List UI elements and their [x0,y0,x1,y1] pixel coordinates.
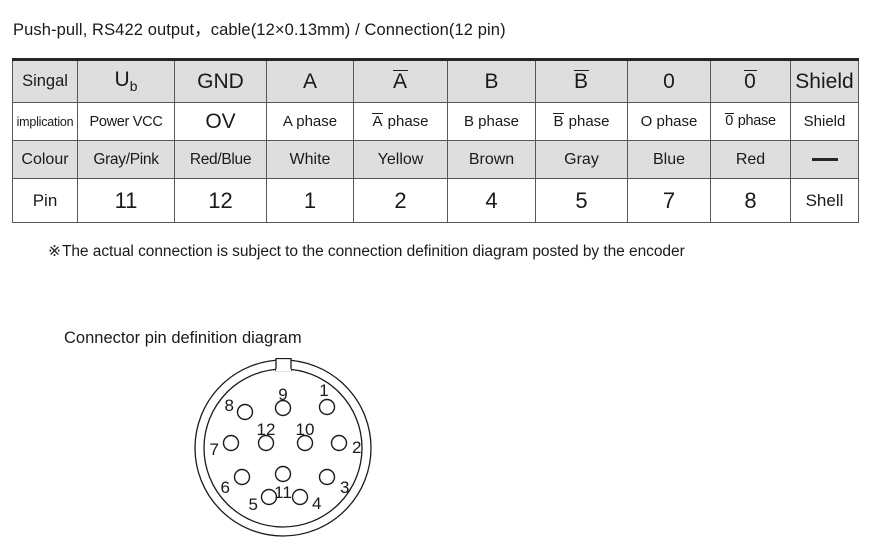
pin-hole-2 [330,434,348,452]
cell-signal-8: Shield [790,58,859,103]
table-row-implication: implication Power VCC OV A phase A phase… [12,102,859,141]
pin-label-4: 4 [312,494,321,513]
cell-implication-0: Power VCC [77,102,175,141]
connector-diagram-svg: 123456789101112 [194,358,372,537]
keyway-notch-icon [275,358,292,372]
cell-implication-2: A phase [266,102,354,141]
cell-pin-4: 4 [447,178,536,223]
cell-signal-1: GND [174,58,267,103]
cell-implication-4: B phase [447,102,536,141]
table-row-signal: Singal Ub GND A A B B 0 0 Shield [12,58,859,103]
pinout-table: Singal Ub GND A A B B 0 0 Shield implica… [12,58,859,223]
cell-signal-6: 0 [627,58,711,103]
pin-hole-3 [318,468,336,486]
pin-hole-1 [318,398,336,416]
cell-pin-3: 2 [353,178,448,223]
cell-pin-2: 1 [266,178,354,223]
reference-mark-icon: ※ [48,243,61,260]
cell-implication-7: 0 phase [710,102,791,141]
pin-hole-8 [236,403,254,421]
connector-pin-diagram: 1 2 3 4 5 6 7 8 9 10 11 12 [193,358,375,540]
pin-hole-7 [222,434,240,452]
cell-implication-1: OV [174,102,267,141]
cell-signal-7: 0 [710,58,791,103]
pin-label-7: 7 [210,440,219,459]
cell-colour-1: Red/Blue [174,140,267,179]
cell-pin-7: 8 [710,178,791,223]
pin-label-2: 2 [352,438,361,457]
pin-hole-11 [274,465,292,483]
pin-label-11: 11 [274,483,292,502]
cell-colour-5: Gray [535,140,628,179]
footnote-text: The actual connection is subject to the … [61,243,685,260]
pin-hole-4 [291,488,309,506]
cell-implication-6: O phase [627,102,711,141]
cell-signal-3: A [353,58,448,103]
pin-label-3: 3 [340,478,349,497]
cell-colour-2: White [266,140,354,179]
cell-implication-8: Shield [790,102,859,141]
page-title: Push-pull, RS422 output，cable(12×0.13mm)… [13,21,506,39]
pinout-table-body: Singal Ub GND A A B B 0 0 Shield implica… [12,58,859,223]
row-header-implication: implication [12,102,78,141]
table-row-colour: Colour Gray/Pink Red/Blue White Yellow B… [12,140,859,179]
pin-label-8: 8 [225,396,234,415]
cell-signal-0: Ub [77,58,175,103]
pin-label-6: 6 [221,478,230,497]
pin-label-10: 10 [296,420,315,439]
pin-label-12: 12 [257,420,276,439]
row-header-colour: Colour [12,140,78,179]
cell-signal-2: A [266,58,354,103]
row-header-signal: Singal [12,58,78,103]
pin-label-9: 9 [278,385,287,404]
cell-signal-4: B [447,58,536,103]
pin-label-5: 5 [249,495,258,514]
cell-colour-7: Red [710,140,791,179]
cell-colour-8 [790,140,859,179]
pin-label-1: 1 [319,381,328,400]
row-header-pin: Pin [12,178,78,223]
cell-pin-6: 7 [627,178,711,223]
cell-colour-6: Blue [627,140,711,179]
diagram-caption: Connector pin definition diagram [64,329,302,347]
cell-colour-4: Brown [447,140,536,179]
cell-pin-0: 11 [77,178,175,223]
cell-colour-0: Gray/Pink [77,140,175,179]
pin-hole-6 [233,468,251,486]
cell-implication-3: A phase [353,102,448,141]
cell-implication-5: B phase [535,102,628,141]
table-row-pin: Pin 11 12 1 2 4 5 7 8 Shell [12,178,859,223]
cell-pin-8: Shell [790,178,859,223]
cell-pin-5: 5 [535,178,628,223]
cell-colour-3: Yellow [353,140,448,179]
footnote: ※The actual connection is subject to the… [48,242,685,261]
cell-pin-1: 12 [174,178,267,223]
cell-signal-5: B [535,58,628,103]
